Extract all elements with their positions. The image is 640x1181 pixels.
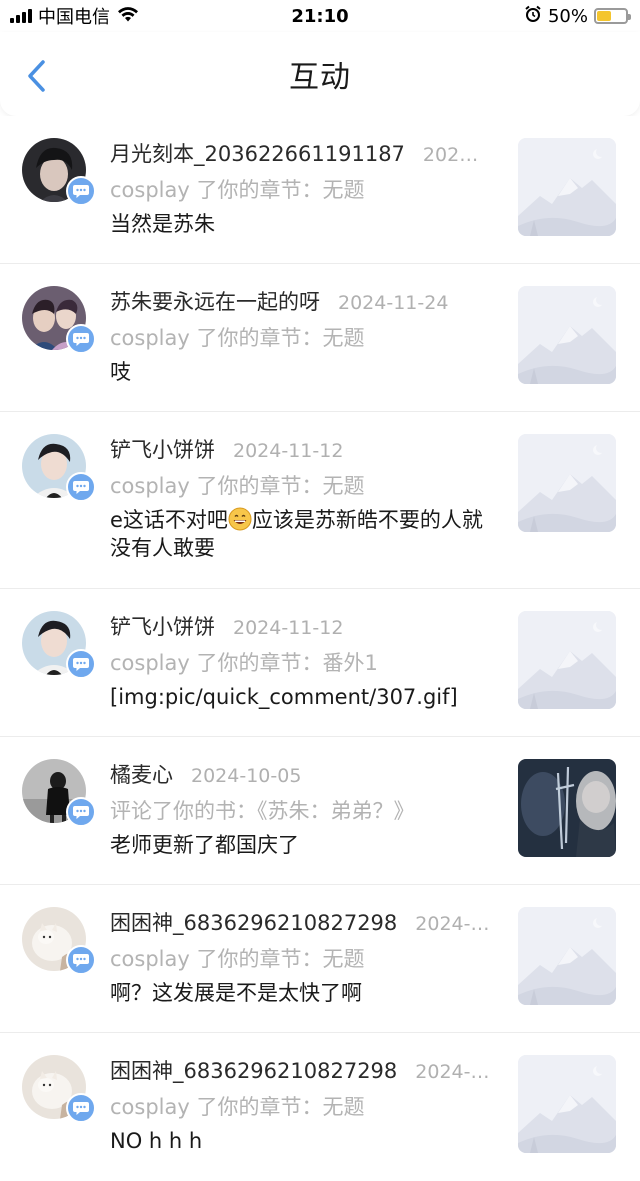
avatar-wrap bbox=[22, 434, 98, 510]
chapter-thumbnail[interactable] bbox=[518, 138, 616, 236]
avatar-wrap bbox=[22, 759, 98, 835]
user-name[interactable]: 苏朱要永远在一起的呀 bbox=[110, 286, 320, 316]
user-name[interactable]: 橘麦心 bbox=[110, 759, 173, 789]
item-date: 2024-11-24 bbox=[422, 144, 490, 166]
comment-badge-icon bbox=[66, 324, 96, 354]
comment-badge-icon bbox=[66, 176, 96, 206]
chevron-left-icon bbox=[28, 60, 45, 92]
comment-badge-icon bbox=[66, 945, 96, 975]
signal-icon bbox=[10, 9, 32, 23]
list-item[interactable]: 铲飞小饼饼 2024-11-12 cosplay 了你的章节：番外1 [img:… bbox=[0, 589, 640, 737]
user-name[interactable]: 铲飞小饼饼 bbox=[110, 611, 215, 641]
item-date: 2024-11-12 bbox=[233, 617, 344, 639]
chapter-thumbnail[interactable] bbox=[518, 611, 616, 709]
book-cover[interactable] bbox=[518, 759, 616, 857]
wifi-icon bbox=[116, 5, 140, 28]
user-name[interactable]: 困困神_6836296210827298 bbox=[110, 907, 397, 937]
item-action: cosplay 了你的章节：无题 bbox=[110, 326, 365, 350]
status-bar: 中国电信 21:10 50% bbox=[0, 0, 640, 32]
item-action: cosplay 了你的章节：无题 bbox=[110, 1095, 365, 1119]
chapter-thumbnail[interactable] bbox=[518, 286, 616, 384]
comment-text: e这话不对吧 bbox=[110, 508, 228, 532]
item-date: 2024-10-05 bbox=[191, 765, 302, 787]
list-item[interactable]: 困困神_6836296210827298 2024-10-05 cosplay … bbox=[0, 1033, 640, 1181]
item-action: cosplay 了你的章节：无题 bbox=[110, 947, 365, 971]
item-content: 铲飞小饼饼 2024-11-12 cosplay 了你的章节：番外1 [img:… bbox=[110, 611, 490, 711]
back-button[interactable] bbox=[18, 58, 54, 94]
interaction-list: 月光刻本_203622661191187 2024-11-24 cosplay … bbox=[0, 116, 640, 1181]
list-item[interactable]: 苏朱要永远在一起的呀 2024-11-24 cosplay 了你的章节：无题 吱 bbox=[0, 264, 640, 412]
battery-percent: 50% bbox=[547, 5, 588, 27]
grinning-face-icon bbox=[228, 507, 252, 531]
list-item[interactable]: 困困神_6836296210827298 2024-10-05 cosplay … bbox=[0, 885, 640, 1033]
item-comment: [img:pic/quick_comment/307.gif] bbox=[110, 685, 458, 709]
comment-badge-icon bbox=[66, 797, 96, 827]
item-date: 2024-10-05 bbox=[415, 913, 490, 935]
item-comment: 老师更新了都国庆了 bbox=[110, 833, 299, 857]
item-date: 2024-11-12 bbox=[233, 440, 344, 462]
item-comment: 啊？这发展是不是太快了啊 bbox=[110, 981, 362, 1005]
comment-badge-icon bbox=[66, 472, 96, 502]
avatar-wrap bbox=[22, 907, 98, 983]
nav-bar: 互动 bbox=[0, 32, 640, 116]
item-content: 困困神_6836296210827298 2024-10-05 cosplay … bbox=[110, 1055, 490, 1155]
user-name[interactable]: 月光刻本_203622661191187 bbox=[110, 138, 405, 168]
item-content: 铲飞小饼饼 2024-11-12 cosplay 了你的章节：无题 e这话不对吧… bbox=[110, 434, 490, 562]
item-content: 月光刻本_203622661191187 2024-11-24 cosplay … bbox=[110, 138, 490, 238]
list-item[interactable]: 橘麦心 2024-10-05 评论了你的书：《苏朱：弟弟？》 老师更新了都国庆了 bbox=[0, 737, 640, 885]
list-item[interactable]: 铲飞小饼饼 2024-11-12 cosplay 了你的章节：无题 e这话不对吧… bbox=[0, 412, 640, 589]
user-name[interactable]: 困困神_6836296210827298 bbox=[110, 1055, 397, 1085]
item-date: 2024-10-05 bbox=[415, 1061, 490, 1083]
list-item[interactable]: 月光刻本_203622661191187 2024-11-24 cosplay … bbox=[0, 116, 640, 264]
item-comment: 吱 bbox=[110, 360, 131, 384]
carrier-label: 中国电信 bbox=[38, 7, 110, 28]
comment-badge-icon bbox=[66, 1093, 96, 1123]
item-action: cosplay 了你的章节：番外1 bbox=[110, 651, 378, 675]
status-left: 中国电信 bbox=[10, 3, 140, 29]
item-comment: NO h h h bbox=[110, 1129, 203, 1153]
chapter-thumbnail[interactable] bbox=[518, 907, 616, 1005]
page-title: 互动 bbox=[289, 60, 351, 95]
avatar-wrap bbox=[22, 1055, 98, 1131]
user-name[interactable]: 铲飞小饼饼 bbox=[110, 434, 215, 464]
avatar-wrap bbox=[22, 286, 98, 362]
chapter-thumbnail[interactable] bbox=[518, 1055, 616, 1153]
item-date: 2024-11-24 bbox=[338, 292, 449, 314]
status-right: 50% bbox=[524, 5, 631, 28]
item-comment: e这话不对吧 应该是苏新皓不要的人就没有人敢要 bbox=[110, 506, 490, 562]
avatar-wrap bbox=[22, 611, 98, 687]
item-content: 橘麦心 2024-10-05 评论了你的书：《苏朱：弟弟？》 老师更新了都国庆了 bbox=[110, 759, 490, 859]
item-comment: 当然是苏朱 bbox=[110, 212, 215, 236]
avatar-wrap bbox=[22, 138, 98, 214]
item-action: 评论了你的书：《苏朱：弟弟？》 bbox=[110, 799, 415, 823]
item-action: cosplay 了你的章节：无题 bbox=[110, 178, 365, 202]
battery-icon bbox=[594, 8, 631, 24]
item-content: 苏朱要永远在一起的呀 2024-11-24 cosplay 了你的章节：无题 吱 bbox=[110, 286, 490, 386]
alarm-icon bbox=[524, 5, 542, 28]
item-content: 困困神_6836296210827298 2024-10-05 cosplay … bbox=[110, 907, 490, 1007]
chapter-thumbnail[interactable] bbox=[518, 434, 616, 532]
item-action: cosplay 了你的章节：无题 bbox=[110, 474, 365, 498]
comment-badge-icon bbox=[66, 649, 96, 679]
